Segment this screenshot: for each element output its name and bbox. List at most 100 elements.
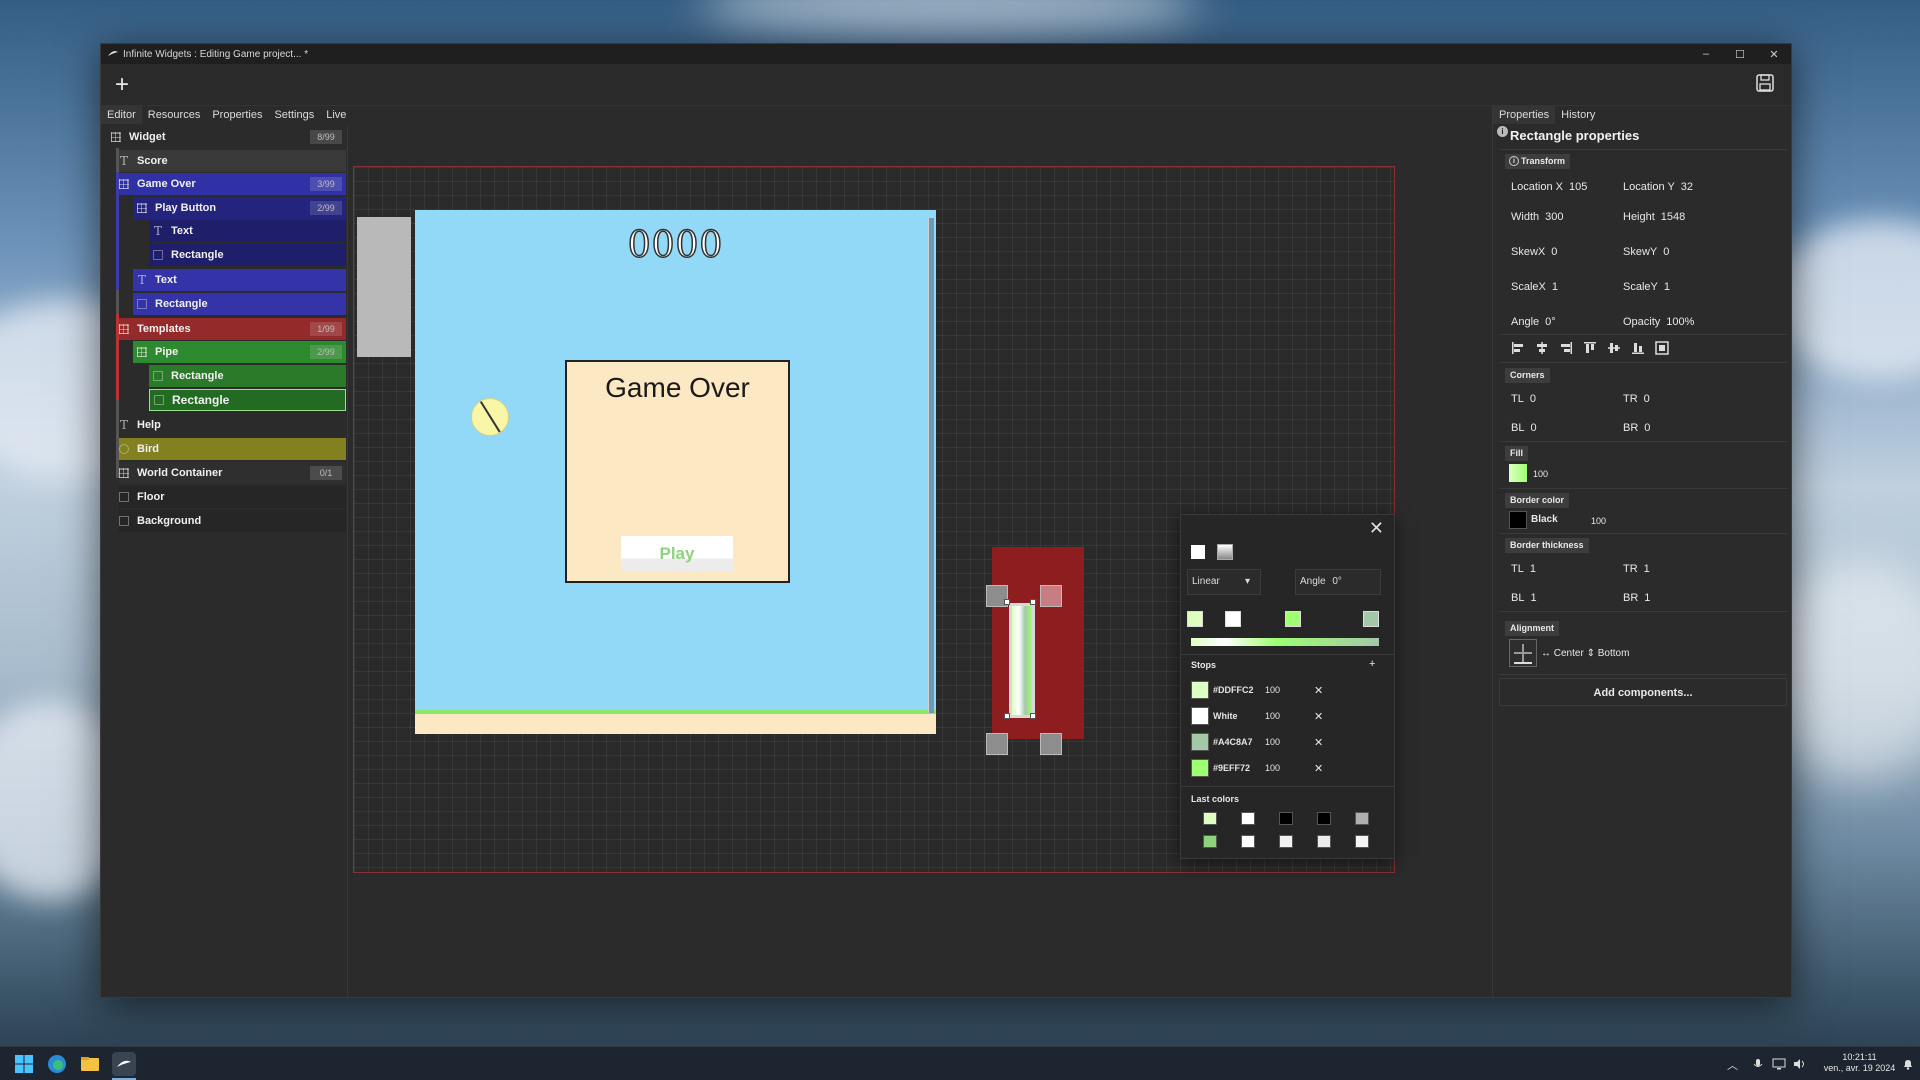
anchor-point[interactable] <box>1030 713 1036 719</box>
align-right-icon[interactable] <box>1559 341 1573 355</box>
skewy-field[interactable]: SkewY0 <box>1623 246 1669 258</box>
tree-node-rectangle[interactable]: Rectangle <box>133 293 346 315</box>
stop-handle[interactable] <box>1225 611 1241 627</box>
infinite-widgets-app-icon[interactable] <box>112 1052 136 1076</box>
tree-node-game-over[interactable]: Game Over 3/99 <box>119 173 346 195</box>
tree-node-background[interactable]: Background <box>119 510 346 532</box>
recent-color-swatch[interactable] <box>1279 812 1293 825</box>
clock[interactable]: 10:21:11 ven., avr. 19 2024 <box>1817 1052 1902 1074</box>
recent-color-swatch[interactable] <box>1355 812 1369 825</box>
angle-field[interactable]: Angle 0° <box>1295 569 1381 595</box>
resize-handle-bl[interactable] <box>986 733 1008 755</box>
corner-bl-field[interactable]: BL0 <box>1511 422 1537 434</box>
height-field[interactable]: Height1548 <box>1623 211 1685 223</box>
align-center-v-icon[interactable] <box>1607 341 1621 355</box>
tab-resources[interactable]: Resources <box>142 106 207 124</box>
recent-color-swatch[interactable] <box>1317 812 1331 825</box>
pipe-template-rect[interactable] <box>992 547 1084 739</box>
minimize-button[interactable]: – <box>1689 44 1723 64</box>
fill-parent-icon[interactable] <box>1655 341 1669 355</box>
corner-tl-field[interactable]: TL0 <box>1511 393 1536 405</box>
maximize-button[interactable]: ☐ <box>1723 44 1757 64</box>
score-text[interactable]: 0000 <box>415 225 936 266</box>
tree-node-floor[interactable]: Floor <box>119 486 346 508</box>
microphone-icon[interactable] <box>1752 1058 1764 1070</box>
tree-node-rectangle-selected[interactable]: Rectangle <box>149 389 346 411</box>
tree-node-rectangle[interactable]: Rectangle <box>149 365 346 387</box>
tree-node-rectangle[interactable]: Rectangle <box>149 244 346 266</box>
network-icon[interactable] <box>1772 1058 1786 1070</box>
align-top-icon[interactable] <box>1583 341 1597 355</box>
border-br-field[interactable]: BR1 <box>1623 592 1650 604</box>
notification-bell-icon[interactable] <box>1902 1058 1914 1070</box>
stop-swatch[interactable] <box>1191 733 1209 751</box>
corner-br-field[interactable]: BR0 <box>1623 422 1650 434</box>
scalex-field[interactable]: ScaleX1 <box>1511 281 1558 293</box>
fill-opacity-field[interactable]: 100 <box>1533 469 1548 479</box>
design-canvas[interactable]: 0000 Game Over Play ✕ <box>349 124 1506 997</box>
alignment-section[interactable]: Alignment <box>1505 621 1559 636</box>
resize-handle-tr[interactable] <box>1040 585 1062 607</box>
remove-stop-icon[interactable]: ✕ <box>1314 736 1323 749</box>
scaley-field[interactable]: ScaleY1 <box>1623 281 1670 293</box>
stop-row[interactable]: White 100 ✕ <box>1191 705 1238 727</box>
angle-field[interactable]: Angle0° <box>1511 316 1556 328</box>
close-window-button[interactable]: ✕ <box>1757 44 1791 64</box>
border-tl-field[interactable]: TL1 <box>1511 563 1536 575</box>
selected-pipe-rectangle[interactable] <box>1009 603 1035 718</box>
tree-node-help[interactable]: THelp <box>119 414 346 436</box>
remove-stop-icon[interactable]: ✕ <box>1314 762 1323 775</box>
floor[interactable] <box>415 714 936 734</box>
stop-handle[interactable] <box>1285 611 1301 627</box>
width-field[interactable]: Width300 <box>1511 211 1563 223</box>
align-left-icon[interactable] <box>1511 341 1525 355</box>
align-bottom-icon[interactable] <box>1631 341 1645 355</box>
remove-stop-icon[interactable]: ✕ <box>1314 710 1323 723</box>
recent-color-swatch[interactable] <box>1355 835 1369 848</box>
viewport-scrollbar[interactable] <box>928 218 934 713</box>
stop-swatch[interactable] <box>1191 681 1209 699</box>
transform-section[interactable]: i Transform <box>1505 154 1570 169</box>
border-color-swatch[interactable] <box>1509 511 1527 529</box>
tree-node-play-button[interactable]: Play Button 2/99 <box>133 197 346 219</box>
border-opacity-field[interactable]: 100 <box>1591 516 1606 526</box>
stop-row[interactable]: #A4C8A7 100 ✕ <box>1191 731 1253 753</box>
add-stop-button[interactable]: + <box>1369 658 1375 670</box>
anchor-point[interactable] <box>1004 599 1010 605</box>
add-button[interactable]: + <box>107 70 137 100</box>
recent-color-swatch[interactable] <box>1203 812 1217 825</box>
corner-tr-field[interactable]: TR0 <box>1623 393 1650 405</box>
fill-swatch[interactable] <box>1509 464 1527 482</box>
play-button[interactable]: Play <box>621 536 733 571</box>
resize-handle-br[interactable] <box>1040 733 1062 755</box>
stop-swatch[interactable] <box>1191 759 1209 777</box>
corners-section[interactable]: Corners <box>1505 368 1550 383</box>
tree-node-pipe[interactable]: Pipe 2/99 <box>133 341 346 363</box>
tree-node-widget[interactable]: Widget 8/99 <box>111 126 346 148</box>
border-tr-field[interactable]: TR1 <box>1623 563 1650 575</box>
border-thickness-section[interactable]: Border thickness <box>1505 538 1589 553</box>
gradient-type-select[interactable]: Linear ▾ <box>1187 569 1261 595</box>
recent-color-swatch[interactable] <box>1241 812 1255 825</box>
tab-history[interactable]: History <box>1555 106 1601 124</box>
anchor-point[interactable] <box>1004 713 1010 719</box>
recent-color-swatch[interactable] <box>1279 835 1293 848</box>
add-components-button[interactable]: Add components... <box>1499 678 1787 706</box>
stop-swatch[interactable] <box>1191 707 1209 725</box>
tab-settings[interactable]: Settings <box>268 106 320 124</box>
gray-panel[interactable] <box>357 217 411 357</box>
game-viewport[interactable]: 0000 Game Over Play <box>415 210 936 734</box>
tree-node-score[interactable]: TScore <box>119 150 346 172</box>
stop-handle[interactable] <box>1363 611 1379 627</box>
tray-chevron-icon[interactable]: ︿ <box>1727 1057 1738 1073</box>
gradient-preview-bar[interactable] <box>1191 638 1379 646</box>
volume-icon[interactable] <box>1793 1058 1807 1070</box>
tree-node-templates[interactable]: Templates 1/99 <box>119 318 346 340</box>
close-icon[interactable]: ✕ <box>1369 519 1384 537</box>
windows-start-icon[interactable] <box>14 1054 34 1074</box>
tab-properties-panel[interactable]: Properties <box>1493 106 1555 124</box>
tree-node-text[interactable]: TText <box>149 220 346 242</box>
anchor-point[interactable] <box>1030 599 1036 605</box>
location-x-field[interactable]: Location X105 <box>1511 181 1587 193</box>
game-over-title[interactable]: Game Over <box>567 372 788 404</box>
